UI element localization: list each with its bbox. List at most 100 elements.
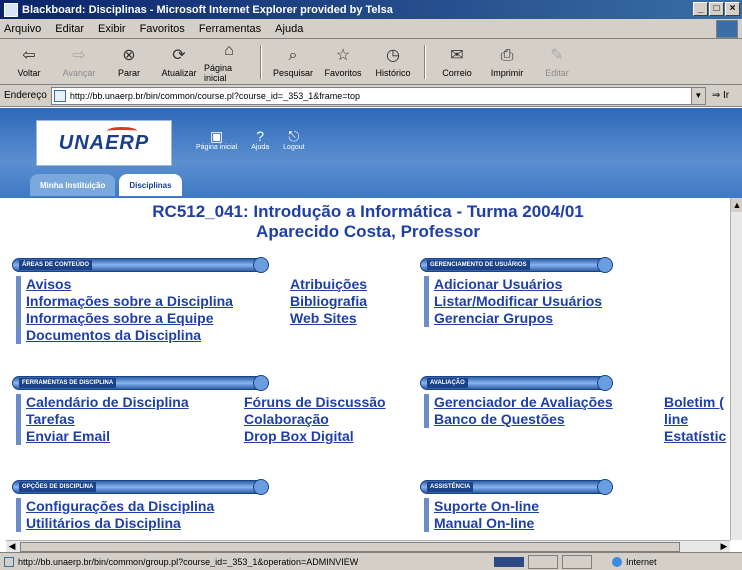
link-tarefas[interactable]: Tarefas [26, 411, 189, 428]
link-atribuicoes[interactable]: Atribuições [290, 276, 367, 293]
home-link[interactable]: ▣ Página inicial [196, 128, 237, 151]
page-icon [53, 89, 66, 102]
link-bibliografia[interactable]: Bibliografia [290, 293, 367, 310]
menu-arquivo[interactable]: Arquivo [4, 23, 41, 35]
scroll-right-icon[interactable]: ▶ [718, 541, 730, 552]
toolbar: ⇦ Voltar ⇨ Avançar ⊗ Parar ⟳ Atualizar ⌂… [0, 39, 742, 85]
link-boletim-line[interactable]: line [664, 411, 726, 428]
address-bar: Endereço http://bb.unaerp.br/bin/common/… [0, 85, 742, 107]
search-button[interactable]: ⌕ Pesquisar [268, 41, 318, 83]
section-header-assistance: ASSISTÊNCIA [420, 479, 613, 495]
menu-bar: Arquivo Editar Exibir Favoritos Ferramen… [0, 19, 742, 39]
house-icon: ⌂ [224, 41, 234, 59]
menu-exibir[interactable]: Exibir [98, 23, 126, 35]
edit-icon: ✎ [550, 46, 564, 64]
go-arrow-icon: ⇒ [711, 90, 721, 101]
window-title-bar: Blackboard: Disciplinas - Microsoft Inte… [0, 0, 742, 19]
horizontal-scrollbar[interactable]: ◀ ▶ [6, 540, 730, 552]
menu-favoritos[interactable]: Favoritos [140, 23, 185, 35]
link-colaboracao[interactable]: Colaboração [244, 411, 386, 428]
section-header-assessment: AVALIAÇÃO [420, 375, 613, 391]
assessment-links-col1: Gerenciador de Avaliações Banco de Quest… [424, 394, 613, 428]
ie-icon [4, 2, 18, 17]
refresh-button[interactable]: ⟳ Atualizar [154, 41, 204, 83]
link-adicionar-usuarios[interactable]: Adicionar Usuários [434, 276, 602, 293]
link-suporte-online[interactable]: Suporte On-line [434, 498, 539, 515]
history-button[interactable]: ◷ Histórico [368, 41, 418, 83]
stop-icon: ⊗ [122, 46, 136, 64]
status-bar: http://bb.unaerp.br/bin/common/group.pl?… [0, 552, 742, 570]
address-url[interactable]: http://bb.unaerp.br/bin/common/course.pl… [70, 91, 691, 101]
mail-button[interactable]: ✉ Correio [432, 41, 482, 83]
course-options-links: Configurações da Disciplina Utilitários … [16, 498, 214, 532]
scroll-left-icon[interactable]: ◀ [6, 541, 18, 552]
link-informacoes-equipe[interactable]: Informações sobre a Equipe [26, 310, 233, 327]
content-areas-links-col1: Avisos Informações sobre a Disciplina In… [16, 276, 233, 344]
help-icon: ? [256, 128, 265, 144]
address-label: Endereço [4, 90, 47, 101]
content-areas-links-col2: Atribuições Bibliografia Web Sites [290, 276, 367, 327]
link-enviar-email[interactable]: Enviar Email [26, 428, 189, 445]
link-documentos-disciplina[interactable]: Documentos da Disciplina [26, 327, 233, 344]
forward-button[interactable]: ⇨ Avançar [54, 41, 104, 83]
assessment-links-col2: Boletim ( line Estatístic [664, 394, 726, 445]
link-gerenciador-avaliacoes[interactable]: Gerenciador de Avaliações [434, 394, 613, 411]
section-header-course-options: OPÇÕES DE DISCIPLINA [12, 479, 269, 495]
scroll-thumb[interactable] [20, 542, 680, 552]
chevron-down-icon[interactable]: ▼ [690, 87, 705, 104]
menu-ajuda[interactable]: Ajuda [275, 23, 303, 35]
tab-minha-instituicao[interactable]: Minha Instituição [30, 174, 116, 196]
link-calendario[interactable]: Calendário de Disciplina [26, 394, 189, 411]
assistance-links: Suporte On-line Manual On-line [424, 498, 539, 532]
logo-swoosh [107, 127, 137, 135]
menu-ferramentas[interactable]: Ferramentas [199, 23, 261, 35]
link-web-sites[interactable]: Web Sites [290, 310, 367, 327]
course-tools-links-col1: Calendário de Disciplina Tarefas Enviar … [16, 394, 189, 445]
home-button[interactable]: ⌂ Página inicial [204, 41, 254, 83]
globe-icon [612, 556, 622, 567]
print-button[interactable]: ⎙ Imprimir [482, 41, 532, 83]
minimize-button[interactable]: _ [693, 2, 708, 16]
address-input[interactable]: http://bb.unaerp.br/bin/common/course.pl… [50, 86, 706, 105]
help-link[interactable]: ? Ajuda [251, 128, 269, 151]
link-drop-box[interactable]: Drop Box Digital [244, 428, 386, 445]
course-title: RC512_041: Introdução a Informática - Tu… [152, 202, 584, 221]
toolbar-separator [260, 44, 262, 79]
tab-disciplinas[interactable]: Disciplinas [119, 174, 182, 196]
link-listar-modificar-usuarios[interactable]: Listar/Modificar Usuários [434, 293, 602, 310]
progress-bar [494, 556, 524, 567]
section-header-user-management: GERENCIAMENTO DE USUÁRIOS [420, 257, 613, 273]
link-gerenciar-grupos[interactable]: Gerenciar Grupos [434, 310, 602, 327]
scroll-up-icon[interactable]: ▲ [731, 198, 742, 212]
link-avisos[interactable]: Avisos [26, 276, 233, 293]
favorites-icon: ☆ [335, 46, 351, 64]
menu-editar[interactable]: Editar [55, 23, 84, 35]
window-title: Blackboard: Disciplinas - Microsoft Inte… [22, 3, 393, 16]
logout-link[interactable]: ⎋ Logout [283, 128, 304, 151]
link-configuracoes[interactable]: Configurações da Disciplina [26, 498, 214, 515]
link-estatisticas[interactable]: Estatístic [664, 428, 726, 445]
link-manual-online[interactable]: Manual On-line [434, 515, 539, 532]
vertical-scrollbar[interactable]: ▲ [730, 198, 742, 540]
page-status-icon [4, 556, 14, 567]
search-icon: ⌕ [288, 46, 298, 64]
section-header-content-areas: ÁREAS DE CONTEÚDO [12, 257, 269, 273]
user-management-links: Adicionar Usuários Listar/Modificar Usuá… [424, 276, 602, 327]
link-foruns[interactable]: Fóruns de Discussão [244, 394, 386, 411]
back-arrow-icon: ⇦ [22, 46, 36, 64]
maximize-button[interactable]: □ [709, 2, 724, 16]
go-button[interactable]: ⇒ Ir [712, 90, 729, 101]
mail-icon: ✉ [450, 46, 464, 64]
stop-button[interactable]: ⊗ Parar [104, 41, 154, 83]
link-informacoes-disciplina[interactable]: Informações sobre a Disciplina [26, 293, 233, 310]
link-banco-questoes[interactable]: Banco de Questões [434, 411, 613, 428]
close-button[interactable]: × [725, 2, 740, 16]
home-icon: ▣ [210, 128, 224, 144]
institution-logo[interactable]: UNAERP [36, 120, 172, 166]
link-boletim[interactable]: Boletim ( [664, 394, 726, 411]
link-utilitarios[interactable]: Utilitários da Disciplina [26, 515, 214, 532]
back-button[interactable]: ⇦ Voltar [4, 41, 54, 83]
favorites-button[interactable]: ☆ Favoritos [318, 41, 368, 83]
logout-icon: ⎋ [288, 128, 300, 144]
edit-button[interactable]: ✎ Editar [532, 41, 582, 83]
